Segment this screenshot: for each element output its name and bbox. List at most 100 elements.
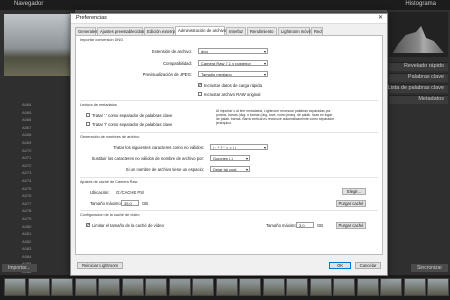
close-icon[interactable]: ✕ xyxy=(378,14,383,21)
replace-chars-select[interactable]: Guiones (-) xyxy=(210,155,250,161)
folder-item[interactable]: A083 xyxy=(22,246,31,254)
filmstrip-thumbnail[interactable] xyxy=(333,278,355,296)
video-size-unit: GB xyxy=(317,223,324,228)
illegal-chars-select[interactable]: / : * ? " < > | \ xyxy=(210,144,268,150)
quick-develop-label[interactable]: Revelado rápido xyxy=(404,63,444,69)
folder-item[interactable]: A077 xyxy=(22,201,31,209)
embed-raw-label: Incrustar archivo RAW original xyxy=(204,91,261,97)
section-camera-raw-cache: Ajustes de caché de Camera Raw xyxy=(80,180,138,184)
tab-0[interactable]: Generales xyxy=(75,27,97,35)
filmstrip-thumbnail[interactable] xyxy=(74,278,97,296)
cache-size-unit: GB xyxy=(142,201,149,206)
file-handling-panel: Importar conversión DNG Extensión de arc… xyxy=(75,35,383,255)
cache-location-value: G:/CACHE PS/ xyxy=(116,190,145,195)
ok-button[interactable]: OK xyxy=(329,262,351,269)
cancel-button[interactable]: Cancelar xyxy=(355,262,381,269)
divider xyxy=(80,100,378,101)
filmstrip-thumbnail[interactable] xyxy=(356,278,379,296)
video-max-size-input[interactable]: 3,0 xyxy=(296,222,314,228)
left-panel: A064 A065 A066 A067 A068 A069 A070 A071 A072 A073… xyxy=(0,10,75,275)
folder-item[interactable]: A080 xyxy=(22,224,31,232)
folder-item[interactable]: A067 xyxy=(22,125,31,133)
embed-raw-checkbox[interactable] xyxy=(198,92,202,96)
filmstrip-thumbnail[interactable] xyxy=(27,278,50,296)
video-max-size-label: Tamaño máximo: xyxy=(266,223,298,228)
slash-separator-checkbox[interactable] xyxy=(86,122,90,126)
section-video-cache: Configuración de la caché de vídeo xyxy=(80,213,140,217)
import-button[interactable]: Importar... xyxy=(2,264,37,272)
limit-video-cache-checkbox[interactable] xyxy=(86,222,90,228)
filmstrip-thumbnail[interactable] xyxy=(239,278,261,296)
filmstrip-thumbnail[interactable] xyxy=(403,278,426,296)
folder-item[interactable]: A081 xyxy=(22,231,31,239)
tab-3[interactable]: Administración de archivos xyxy=(175,26,228,35)
folder-item[interactable]: A064 xyxy=(22,102,31,110)
filmstrip-thumbnail[interactable] xyxy=(98,278,120,296)
keyword-list-label[interactable]: Lista de palabras clave xyxy=(388,85,444,91)
fast-load-label: Incrustar datos de carga rápida xyxy=(204,82,262,88)
filmstrip-thumbnail[interactable] xyxy=(192,278,214,296)
tab-1[interactable]: Ajustes preestablecidos xyxy=(97,27,144,35)
filmstrip-thumbnail[interactable] xyxy=(262,278,285,296)
folder-item[interactable]: A070 xyxy=(22,148,31,156)
tab-5[interactable]: Rendimiento xyxy=(247,27,277,35)
compatibility-select[interactable]: Camera Raw 7.1 y posterior xyxy=(198,60,268,66)
filmstrip-thumbnail[interactable] xyxy=(121,278,144,296)
filmstrip-thumbnail[interactable] xyxy=(145,278,167,296)
dialog-titlebar: Preferencias ✕ xyxy=(71,14,387,24)
cache-location-label: Ubicación: xyxy=(90,190,110,195)
folder-item[interactable]: A073 xyxy=(22,170,31,178)
space-select[interactable]: Dejar tal cual xyxy=(210,166,250,172)
tab-2[interactable]: Edición externa xyxy=(144,27,176,35)
folder-item[interactable]: A072 xyxy=(22,163,31,171)
tab-7[interactable]: Red xyxy=(311,27,323,35)
folder-item[interactable]: A068 xyxy=(22,132,31,140)
histogram-label[interactable]: Histograma xyxy=(405,1,436,7)
filmstrip-thumbnail[interactable] xyxy=(309,278,332,296)
file-extension-select[interactable]: dng xyxy=(198,48,268,54)
tab-6[interactable]: Lightroom móvil xyxy=(278,27,311,35)
filmstrip-thumbnail[interactable] xyxy=(51,278,73,296)
cache-max-size-input[interactable]: 35,0 xyxy=(121,200,139,206)
sync-button[interactable]: Sincronizar xyxy=(410,264,448,272)
filmstrip-thumbnail[interactable] xyxy=(168,278,191,296)
slash-separator-label: Tratar '/' como separador de palabras cl… xyxy=(92,121,173,127)
fast-load-checkbox[interactable] xyxy=(198,82,202,88)
folder-item[interactable]: A075 xyxy=(22,186,31,194)
purge-cache-button[interactable]: Purgar caché xyxy=(336,200,366,207)
restart-lightroom-button[interactable]: Reiniciar Lightroom xyxy=(77,262,123,269)
histogram xyxy=(389,12,448,57)
folder-item[interactable]: A078 xyxy=(22,208,31,216)
folder-list: A064 A065 A066 A067 A068 A069 A070 A071 A072 A073… xyxy=(22,102,31,277)
metadata-label[interactable]: Metadatos xyxy=(418,96,444,102)
navigator-label[interactable]: Navegador xyxy=(14,1,43,7)
folder-item[interactable]: A074 xyxy=(22,178,31,186)
histogram-graph xyxy=(393,26,444,53)
folder-item[interactable]: A066 xyxy=(22,117,31,125)
choose-button[interactable]: Elegir... xyxy=(342,188,366,195)
folder-item[interactable]: A065 xyxy=(22,110,31,118)
filmstrip-thumbnail[interactable] xyxy=(427,278,449,296)
divider xyxy=(80,132,378,133)
replace-chars-label: Sustituir los caracteres no válidos de n… xyxy=(91,156,204,161)
folder-item[interactable]: A076 xyxy=(22,193,31,201)
tab-4[interactable]: Interfaz xyxy=(226,27,246,35)
filmstrip-thumbnail[interactable] xyxy=(4,278,26,296)
filmstrip-thumbnail[interactable] xyxy=(286,278,308,296)
dot-separator-checkbox[interactable] xyxy=(86,113,90,117)
filmstrip-thumbnail[interactable] xyxy=(380,278,402,296)
filmstrip-thumbnail[interactable] xyxy=(215,278,238,296)
jpeg-preview-label: Previsualización de JPEG: xyxy=(142,72,192,77)
folder-item[interactable]: A071 xyxy=(22,155,31,163)
file-extension-label: Extensión de archivo: xyxy=(151,49,192,54)
folder-item[interactable]: A084 xyxy=(22,254,31,262)
navigator-preview[interactable] xyxy=(4,14,70,76)
folder-item[interactable]: A079 xyxy=(22,216,31,224)
purge-video-cache-button[interactable]: Purgar caché xyxy=(336,222,366,229)
folder-item[interactable]: A069 xyxy=(22,140,31,148)
folder-item[interactable]: A082 xyxy=(22,239,31,247)
keywords-label[interactable]: Palabras clave xyxy=(408,74,444,80)
dialog-title: Preferencias xyxy=(76,15,107,21)
jpeg-preview-select[interactable]: Tamaño mediano xyxy=(198,71,268,77)
preferences-dialog: Preferencias ✕ Generales Ajustes preestab… xyxy=(70,13,388,276)
